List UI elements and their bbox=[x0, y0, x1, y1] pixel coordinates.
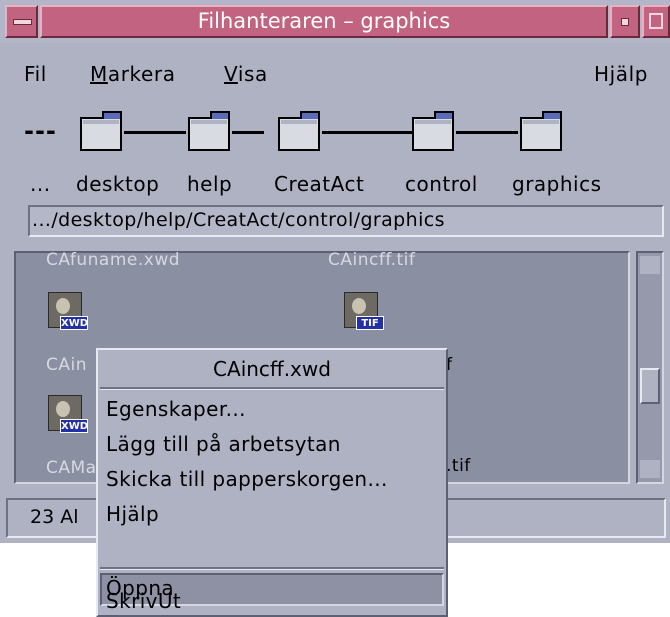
menu-view-rest: isa bbox=[237, 62, 268, 86]
menu-item-properties[interactable]: Egenskaper... bbox=[106, 397, 246, 421]
file-label[interactable]: .tif bbox=[446, 456, 471, 476]
maximize-button[interactable] bbox=[642, 5, 670, 38]
file-type-badge: XWD bbox=[60, 316, 89, 330]
folder-tab bbox=[210, 111, 230, 119]
file-label[interactable]: CAfuname.xwd bbox=[46, 250, 180, 270]
status-text: 23 Al bbox=[30, 506, 79, 528]
path-label-creatact[interactable]: CreatAct bbox=[274, 172, 364, 196]
minimize-button[interactable] bbox=[610, 5, 640, 38]
menu-item-help[interactable]: Hjälp bbox=[106, 502, 159, 526]
image-file-icon[interactable]: TIF bbox=[342, 292, 384, 334]
context-menu-separator bbox=[100, 387, 444, 390]
scroll-down-arrow-icon[interactable] bbox=[640, 460, 660, 478]
image-file-icon[interactable]: XWD bbox=[46, 395, 88, 437]
file-type-badge: TIF bbox=[356, 316, 384, 330]
folder-icon-help[interactable] bbox=[188, 109, 232, 153]
path-label-control[interactable]: control bbox=[405, 172, 478, 196]
path-connector bbox=[232, 131, 264, 134]
menu-item-print[interactable]: SkrivUt bbox=[106, 589, 181, 613]
path-ellipsis[interactable]: --- bbox=[24, 117, 57, 145]
folder-icon-control[interactable] bbox=[412, 109, 456, 153]
minimize-icon bbox=[621, 18, 629, 26]
path-field-text: .../desktop/help/CreatAct/control/graphi… bbox=[32, 209, 445, 231]
menu-item-move-to-trash[interactable]: Skicka till papperskorgen... bbox=[106, 467, 388, 491]
image-file-icon[interactable]: XWD bbox=[46, 292, 88, 334]
file-label[interactable]: CAin bbox=[46, 355, 87, 375]
folder-shade bbox=[281, 120, 317, 124]
menu-select[interactable]: Markera bbox=[90, 62, 176, 86]
scroll-up-arrow-icon[interactable] bbox=[640, 256, 660, 274]
menu-select-rest: arkera bbox=[107, 62, 176, 86]
window-menu-icon bbox=[13, 19, 32, 25]
file-label[interactable]: CAincff.tif bbox=[328, 250, 415, 270]
window-menu-button[interactable] bbox=[5, 5, 38, 38]
folder-shade bbox=[523, 120, 559, 124]
context-menu-title: CAincff.xwd bbox=[213, 357, 331, 381]
menu-item-add-to-workspace[interactable]: Lägg till på arbetsytan bbox=[106, 432, 341, 456]
file-type-badge: XWD bbox=[60, 419, 89, 433]
folder-tab bbox=[300, 111, 320, 119]
path-connector bbox=[456, 131, 518, 134]
folder-tab bbox=[102, 111, 122, 119]
path-label-graphics[interactable]: graphics bbox=[512, 172, 602, 196]
menu-file[interactable]: Fil bbox=[24, 62, 47, 86]
menu-help[interactable]: Hjälp bbox=[594, 62, 648, 86]
file-label[interactable]: CAMa bbox=[46, 458, 97, 478]
path-connector bbox=[322, 131, 412, 134]
folder-shade bbox=[191, 120, 227, 124]
folder-tab bbox=[542, 111, 562, 119]
path-connector bbox=[124, 131, 186, 134]
file-thumbnail-face bbox=[352, 298, 366, 314]
path-label-help[interactable]: help bbox=[187, 172, 232, 196]
folder-shade bbox=[83, 120, 119, 124]
maximize-icon bbox=[649, 13, 663, 29]
window-title: Filhanteraren – graphics bbox=[197, 9, 451, 33]
file-thumbnail-face bbox=[56, 298, 70, 314]
menu-view[interactable]: Visa bbox=[224, 62, 268, 86]
folder-icon-desktop[interactable] bbox=[80, 109, 124, 153]
folder-tab bbox=[434, 111, 454, 119]
folder-icon-graphics[interactable] bbox=[520, 109, 564, 153]
path-label-root[interactable]: ... bbox=[30, 172, 51, 196]
folder-icon-creatact[interactable] bbox=[278, 109, 322, 153]
file-thumbnail-face bbox=[56, 401, 70, 417]
folder-shade bbox=[415, 120, 451, 124]
scroll-thumb[interactable] bbox=[640, 368, 660, 404]
context-menu-separator bbox=[100, 567, 444, 570]
path-label-desktop[interactable]: desktop bbox=[76, 172, 159, 196]
